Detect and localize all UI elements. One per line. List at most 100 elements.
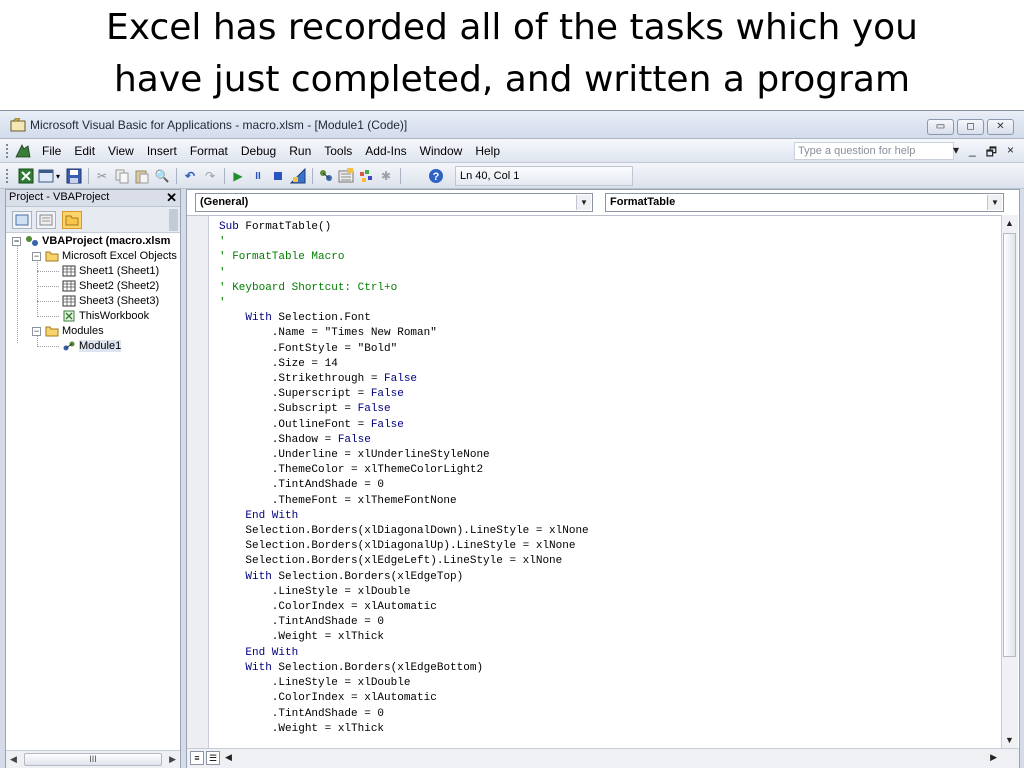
tree-node-vbaproject[interactable]: − VBAProject (macro.xlsm (12, 235, 170, 247)
code-line[interactable]: .Subscript = False (219, 402, 589, 417)
insert-userform-icon[interactable] (38, 168, 54, 184)
scroll-up-icon[interactable]: ▲ (1005, 218, 1014, 228)
code-line[interactable]: End With (219, 509, 589, 524)
project-explorer-icon[interactable] (318, 168, 334, 184)
menu-add-ins[interactable]: Add-Ins (365, 144, 406, 158)
code-line[interactable]: Selection.Borders(xlDiagonalDown).LineSt… (219, 524, 588, 539)
tree-node-sheet1[interactable]: Sheet1 (Sheet1) (62, 265, 159, 277)
procedure-dropdown[interactable]: FormatTable ▼ (605, 193, 1004, 212)
dropdown-arrow-icon[interactable]: ▼ (987, 195, 1002, 210)
code-line[interactable]: .OutlineFont = False (219, 418, 589, 433)
redo-icon[interactable]: ↷ (202, 168, 218, 184)
menu-tools[interactable]: Tools (324, 144, 352, 158)
mdi-minimize-button[interactable]: _ (969, 143, 976, 164)
view-object-icon[interactable] (36, 211, 56, 229)
procedure-view-icon[interactable]: ≡ (190, 751, 204, 765)
code-line[interactable]: Selection.Borders(xlEdgeLeft).LineStyle … (219, 554, 589, 569)
code-vscrollbar[interactable]: ▲ ▼ (1001, 215, 1018, 748)
code-line[interactable]: .ThemeFont = xlThemeFontNone (219, 494, 589, 509)
toggle-folders-icon[interactable] (62, 211, 82, 229)
scroll-thumb[interactable]: III (24, 753, 162, 766)
collapse-toggle-icon[interactable]: − (32, 251, 41, 261)
view-excel-icon[interactable] (18, 168, 34, 184)
code-line[interactable]: ' FormatTable Macro (219, 250, 589, 265)
menu-view[interactable]: View (108, 144, 134, 158)
full-module-view-icon[interactable]: ☰ (206, 751, 220, 765)
dropdown-arrow-icon[interactable]: ▼ (576, 195, 591, 210)
scroll-right-icon[interactable]: ▶ (169, 754, 176, 765)
code-line[interactable]: .Underline = xlUnderlineStyleNone (219, 448, 589, 463)
collapse-toggle-icon[interactable]: − (32, 326, 41, 336)
code-line[interactable]: .ThemeColor = xlThemeColorLight2 (219, 463, 589, 478)
code-line[interactable]: ' (219, 235, 589, 250)
menu-insert[interactable]: Insert (147, 144, 177, 158)
mdi-restore-button[interactable]: 🗗 (986, 143, 997, 164)
tree-node-excel-objects[interactable]: − Microsoft Excel Objects (32, 250, 177, 262)
project-hscrollbar[interactable]: ◀ III ▶ (6, 750, 180, 768)
code-line[interactable]: .Superscript = False (219, 387, 589, 402)
toolbar-grip[interactable] (6, 169, 9, 183)
code-line[interactable]: .ColorIndex = xlAutomatic (219, 691, 589, 706)
code-line[interactable]: With Selection.Borders(xlEdgeTop) (219, 570, 589, 585)
menu-file[interactable]: File (42, 144, 61, 158)
menu-window[interactable]: Window (420, 144, 463, 158)
code-hscrollbar[interactable]: ≡ ☰ ◀ ▶ (187, 748, 1019, 768)
help-dropdown-icon[interactable]: ▾ (953, 143, 959, 164)
menu-edit[interactable]: Edit (74, 144, 95, 158)
scroll-thumb[interactable] (1003, 233, 1016, 657)
project-toolbar-overflow[interactable] (169, 209, 178, 231)
code-line[interactable]: .TintAndShade = 0 (219, 707, 589, 722)
collapse-toggle-icon[interactable]: − (12, 236, 21, 246)
tree-node-sheet2[interactable]: Sheet2 (Sheet2) (62, 280, 159, 292)
undo-icon[interactable]: ↶ (182, 168, 198, 184)
save-icon[interactable] (66, 168, 82, 184)
paste-icon[interactable] (134, 168, 150, 184)
design-mode-icon[interactable] (290, 168, 306, 184)
code-line[interactable]: ' (219, 296, 589, 311)
help-icon[interactable]: ? (428, 168, 444, 184)
mdi-close-button[interactable]: × (1007, 143, 1014, 164)
code-line[interactable]: ' Keyboard Shortcut: Ctrl+o (219, 281, 589, 296)
code-line[interactable]: .LineStyle = xlDouble (219, 585, 589, 600)
run-icon[interactable]: ▶ (230, 168, 246, 184)
cut-icon[interactable]: ✂ (94, 168, 110, 184)
view-code-icon[interactable] (12, 211, 32, 229)
minimize-button[interactable]: ▭ (927, 119, 954, 135)
code-line[interactable]: End With (219, 646, 589, 661)
code-line[interactable]: .LineStyle = xlDouble (219, 676, 589, 691)
code-line[interactable]: .TintAndShade = 0 (219, 615, 589, 630)
scroll-down-icon[interactable]: ▼ (1005, 735, 1014, 745)
help-search-input[interactable]: Type a question for help (794, 142, 954, 160)
code-line[interactable]: .Size = 14 (219, 357, 589, 372)
scroll-left-icon[interactable]: ◀ (10, 754, 17, 765)
code-line[interactable]: .Weight = xlThick (219, 630, 589, 645)
menu-format[interactable]: Format (190, 144, 228, 158)
margin-indicator-bar[interactable] (187, 216, 209, 748)
project-close-button[interactable]: ✕ (166, 190, 177, 206)
code-line[interactable]: Selection.Borders(xlDiagonalUp).LineStyl… (219, 539, 589, 554)
code-line[interactable]: .Strikethrough = False (219, 372, 589, 387)
code-line[interactable]: .TintAndShade = 0 (219, 478, 589, 493)
properties-window-icon[interactable] (338, 168, 354, 184)
menu-grip[interactable] (6, 144, 9, 158)
code-editor[interactable]: Sub FormatTable() ' ' FormatTable Macro ' ' … (187, 215, 1002, 748)
menu-run[interactable]: Run (289, 144, 311, 158)
tree-node-module1[interactable]: Module1 (62, 340, 122, 352)
code-text[interactable]: Sub FormatTable() ' ' FormatTable Macro ' ' … (219, 220, 589, 737)
excel-view-icon[interactable] (14, 143, 32, 159)
menu-debug[interactable]: Debug (241, 144, 276, 158)
object-browser-icon[interactable] (358, 168, 374, 184)
tree-node-thisworkbook[interactable]: ThisWorkbook (62, 310, 149, 322)
close-button[interactable]: ✕ (987, 119, 1014, 135)
menu-help[interactable]: Help (475, 144, 500, 158)
restore-button[interactable]: ◻ (957, 119, 984, 135)
break-icon[interactable]: II (250, 168, 266, 184)
tree-node-modules[interactable]: − Modules (32, 325, 104, 337)
code-line[interactable]: ' (219, 266, 589, 281)
code-line[interactable]: .Name = "Times New Roman" (219, 326, 589, 341)
code-line[interactable]: .FontStyle = "Bold" (219, 342, 589, 357)
code-line[interactable]: With Selection.Font (219, 311, 589, 326)
code-line[interactable]: .Shadow = False (219, 433, 589, 448)
code-line[interactable]: .Weight = xlThick (219, 722, 589, 737)
tree-node-sheet3[interactable]: Sheet3 (Sheet3) (62, 295, 159, 307)
